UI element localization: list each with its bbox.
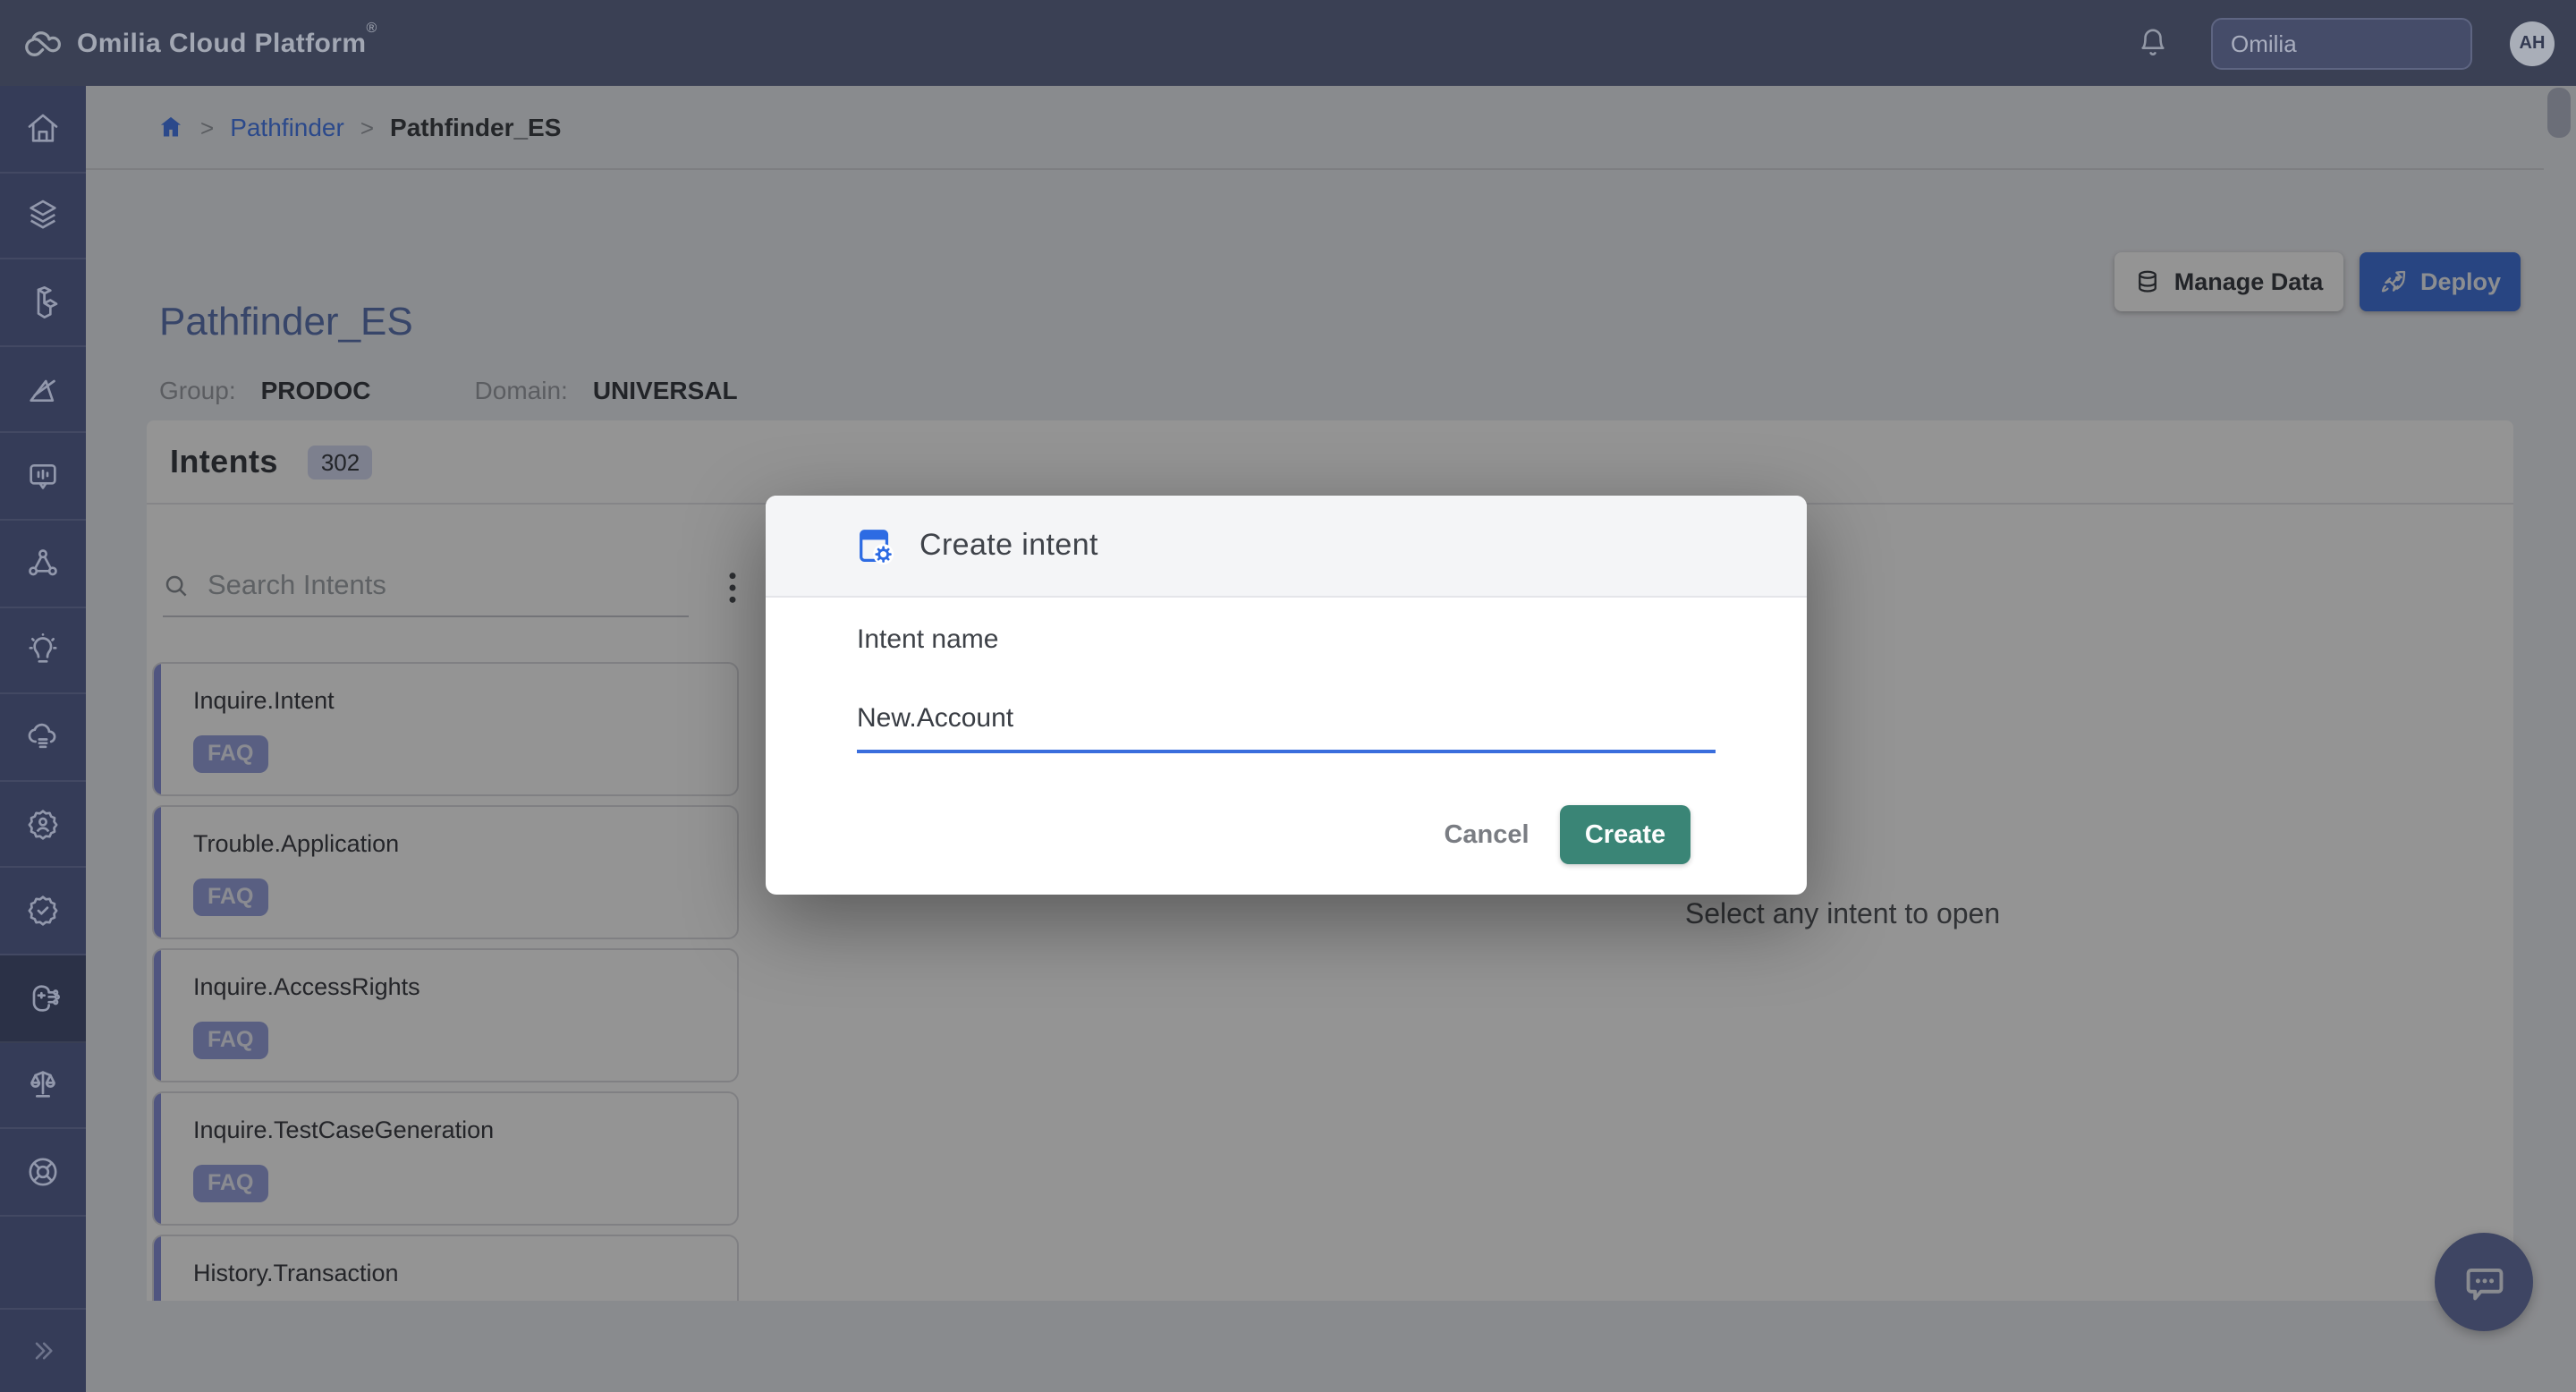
sidebar-item-lightbulb[interactable] <box>0 607 86 694</box>
org-search-input[interactable] <box>2211 17 2472 69</box>
sidebar-item-approvals[interactable] <box>0 869 86 955</box>
intent-name-label: Intent name <box>857 624 998 655</box>
user-gear-icon <box>25 806 61 842</box>
dialog-header: Create intent <box>766 496 1807 598</box>
sidebar-item-home[interactable] <box>0 86 86 173</box>
home-icon <box>25 111 61 147</box>
sidebar-item-evaluation[interactable] <box>0 1042 86 1129</box>
double-chevron-right-icon <box>29 1338 57 1363</box>
sidebar-item-ai-assistant[interactable] <box>0 955 86 1042</box>
create-button[interactable]: Create <box>1560 805 1690 864</box>
lightbulb-icon <box>25 632 61 668</box>
sidebar-item-blocks[interactable] <box>0 259 86 346</box>
create-intent-dialog: Create intent Intent name Cancel Create <box>766 496 1807 895</box>
sidebar-item-ruler-triangle[interactable] <box>0 347 86 434</box>
cancel-button[interactable]: Cancel <box>1433 805 1540 864</box>
avatar[interactable]: AH <box>2510 21 2555 65</box>
logo-cloud-icon <box>23 28 64 58</box>
sidebar-item-cloud[interactable] <box>0 694 86 781</box>
sidebar-item-support[interactable] <box>0 1129 86 1216</box>
top-header-bar: Omilia Cloud Platform® AH <box>0 0 2576 86</box>
blocks-icon <box>25 284 61 320</box>
create-intent-doc-gear-icon <box>855 525 896 566</box>
intent-name-input[interactable] <box>857 692 1716 753</box>
notifications-bell-icon[interactable] <box>2138 27 2168 59</box>
dialog-title: Create intent <box>919 528 1098 564</box>
registered-mark: ® <box>366 19 377 35</box>
layers-icon <box>25 198 61 233</box>
brand-title: Omilia Cloud Platform® <box>77 28 377 58</box>
sidebar-spacer <box>0 1216 86 1309</box>
ai-assistant-icon <box>25 980 61 1015</box>
sidebar-item-user-settings[interactable] <box>0 782 86 869</box>
brand: Omilia Cloud Platform® <box>23 28 377 58</box>
sidebar-item-layers[interactable] <box>0 173 86 259</box>
network-nodes-icon <box>25 546 61 581</box>
sidebar-nav <box>0 86 86 1392</box>
scales-icon <box>25 1067 61 1103</box>
cloud-speech-icon <box>25 719 61 755</box>
gear-check-icon <box>25 893 61 929</box>
ruler-triangle-icon <box>25 371 61 407</box>
lifebuoy-icon <box>25 1154 61 1190</box>
omilia-cloud-platform-app: Omilia Cloud Platform® AH <box>0 0 2576 1392</box>
sidebar-item-network[interactable] <box>0 521 86 607</box>
sidebar-item-voice-message[interactable] <box>0 434 86 521</box>
page-scrollbar-thumb[interactable] <box>2547 88 2571 138</box>
voice-message-icon <box>25 458 61 494</box>
sidebar-collapse-toggle[interactable] <box>0 1309 86 1392</box>
topbar-right-cluster: AH <box>2138 0 2576 86</box>
